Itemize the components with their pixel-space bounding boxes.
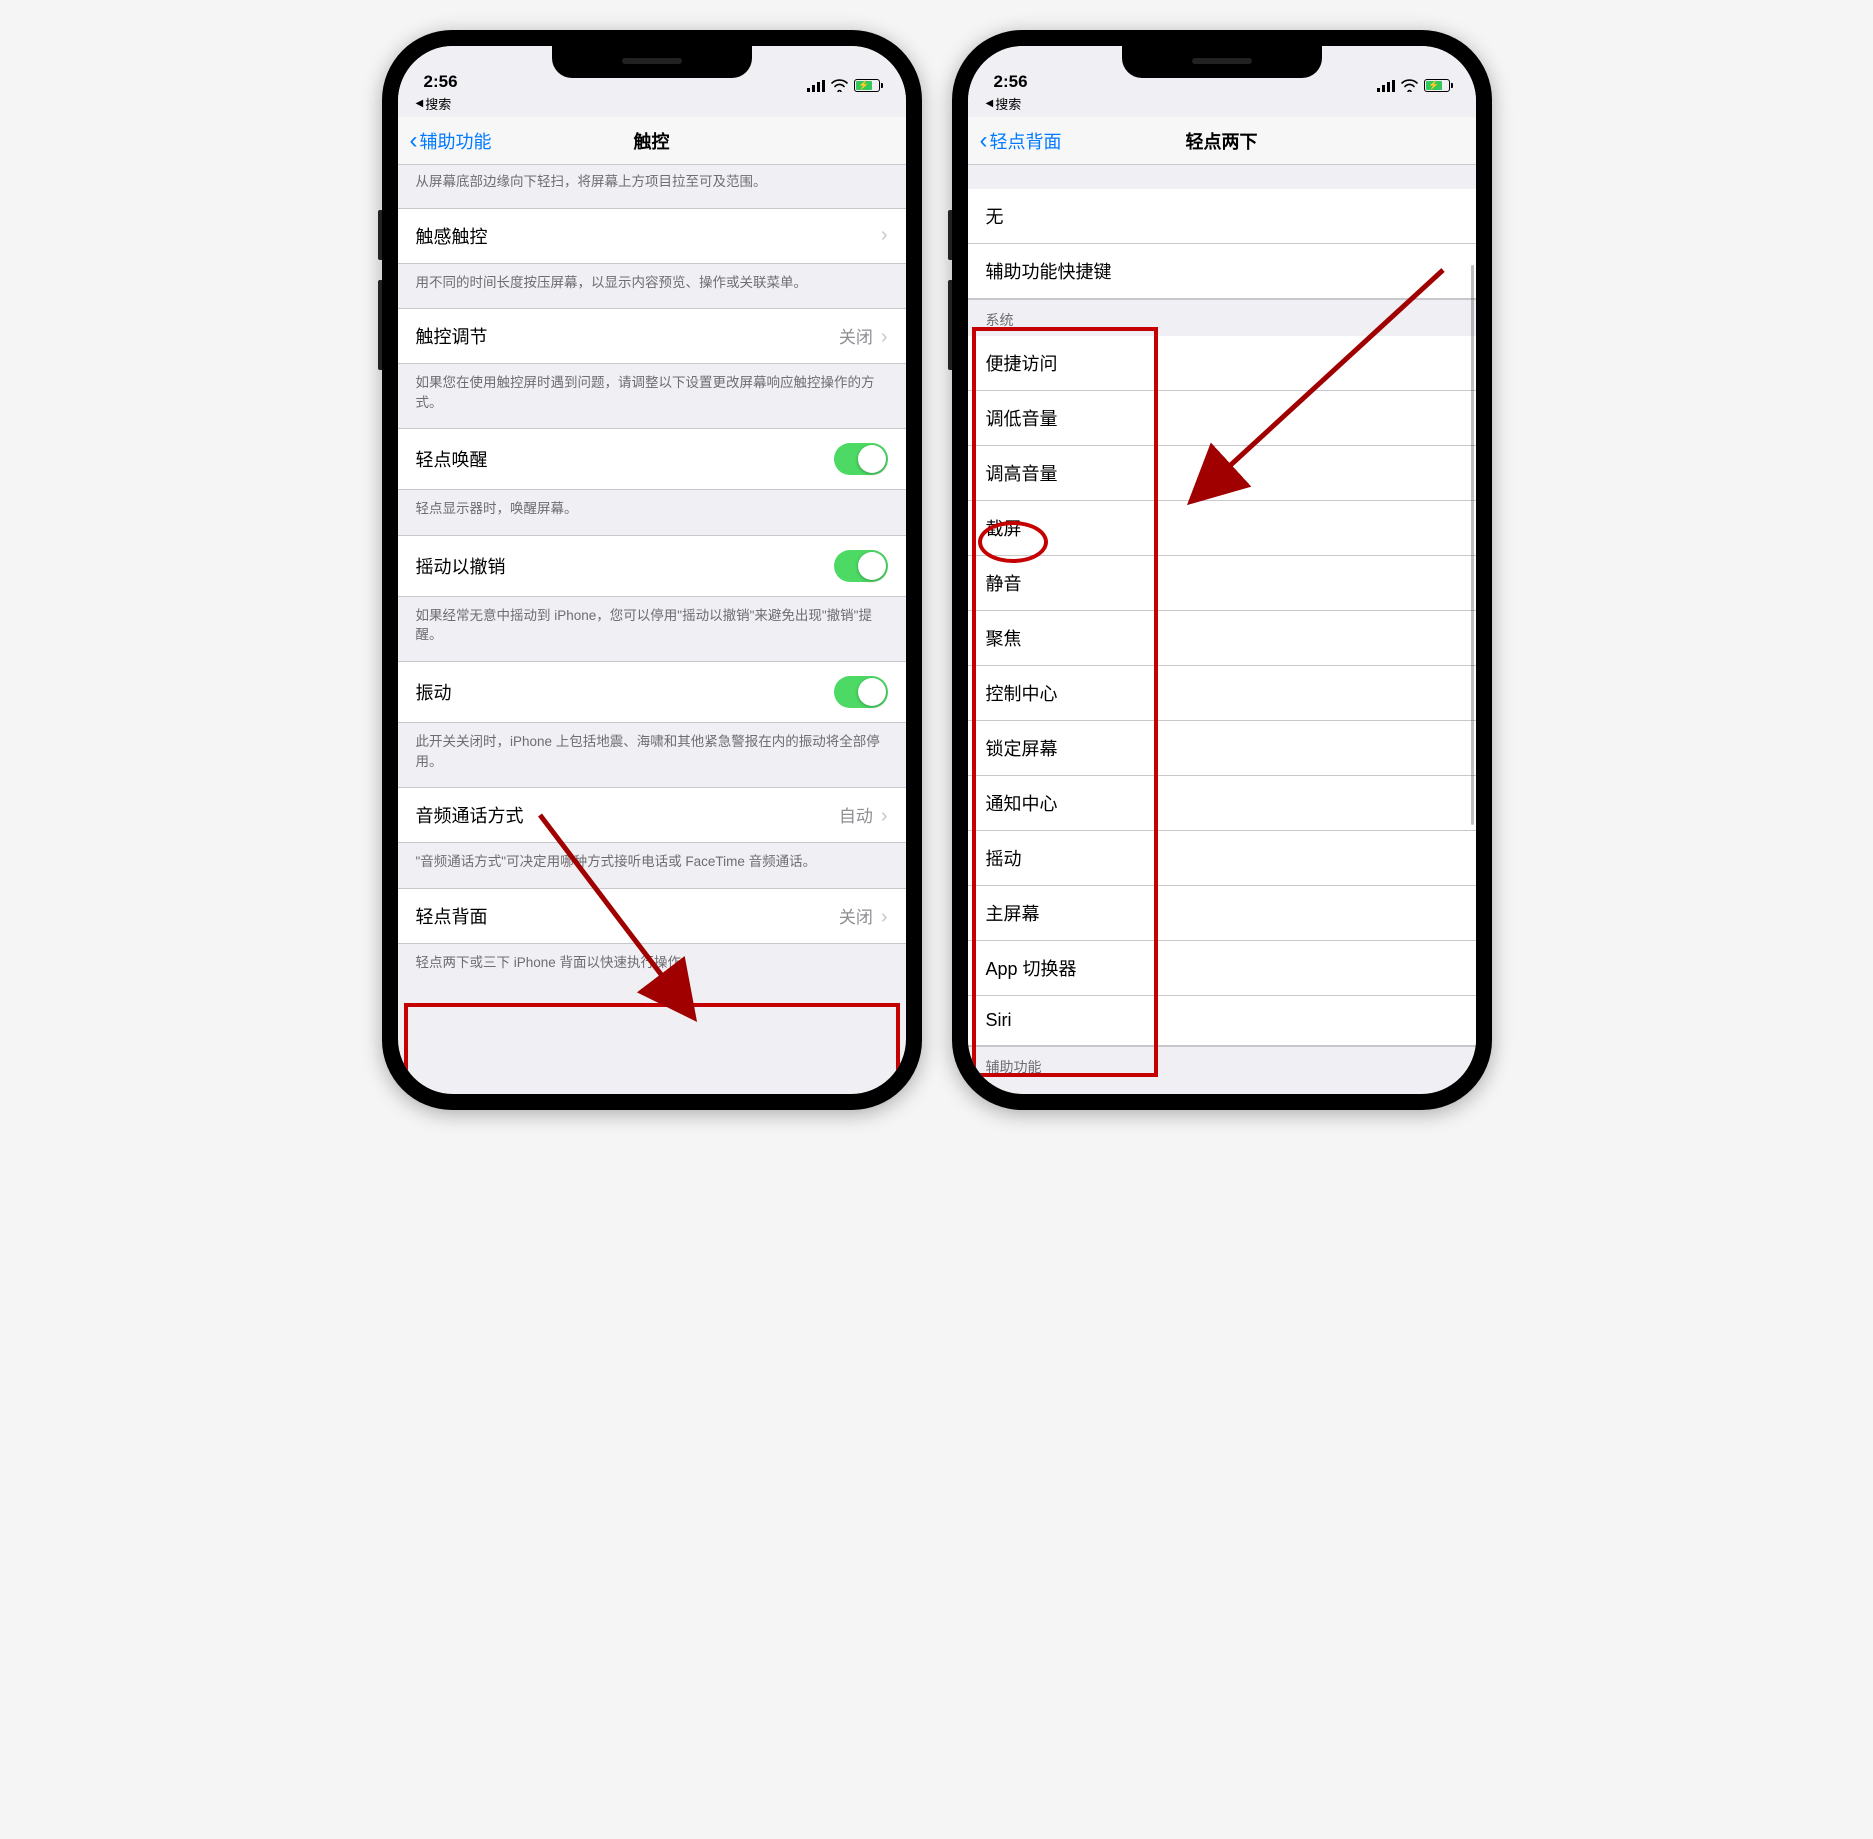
status-time: 2:56 (994, 72, 1028, 92)
cell-label: 摇动以撤销 (416, 553, 506, 579)
status-icons: ⚡ (1377, 79, 1450, 92)
cell-tap-to-wake[interactable]: 轻点唤醒 (398, 428, 906, 490)
signal-icon (807, 80, 825, 92)
option-spotlight[interactable]: 聚焦 (968, 611, 1476, 666)
section-header-accessibility: 辅助功能 (968, 1046, 1476, 1083)
battery-icon: ⚡ (854, 79, 880, 92)
option-screenshot[interactable]: 截屏 (968, 501, 1476, 556)
phone-left: 2:56 ⚡ ◀ 搜索 ‹ 辅助功能 触控 从屏幕底部边缘向下轻扫，将屏幕上方项… (382, 30, 922, 1110)
cell-vibration[interactable]: 振动 (398, 661, 906, 723)
breadcrumb-chevron-icon: ◀ (986, 98, 994, 109)
cell-value: 自动 (839, 807, 873, 826)
phone-right: 2:56 ⚡ ◀ 搜索 ‹ 轻点背面 轻点两下 无 辅助功能快捷键 系统 便捷访… (952, 30, 1492, 1110)
cell-label: 触感触控 (416, 223, 488, 249)
nav-back-button[interactable]: ‹ 辅助功能 (410, 127, 492, 155)
nav-back-button[interactable]: ‹ 轻点背面 (980, 127, 1062, 155)
breadcrumb-bar[interactable]: ◀ 搜索 (968, 94, 1476, 117)
cell-back-tap[interactable]: 轻点背面 关闭 › (398, 888, 906, 944)
signal-icon (1377, 80, 1395, 92)
chevron-left-icon: ‹ (410, 127, 418, 155)
option-app-switcher[interactable]: App 切换器 (968, 941, 1476, 996)
option-shake[interactable]: 摇动 (968, 831, 1476, 886)
cell-touch-accommodations[interactable]: 触控调节 关闭 › (398, 308, 906, 364)
battery-icon: ⚡ (1424, 79, 1450, 92)
cell-label: 触控调节 (416, 323, 488, 349)
cell-label: 轻点背面 (416, 903, 488, 929)
option-lock-screen[interactable]: 锁定屏幕 (968, 721, 1476, 776)
option-control-center[interactable]: 控制中心 (968, 666, 1476, 721)
cell-footer: 轻点显示器时，唤醒屏幕。 (398, 490, 906, 535)
settings-content: 从屏幕底部边缘向下轻扫，将屏幕上方项目拉至可及范围。 触感触控 › 用不同的时间… (398, 165, 906, 1094)
breadcrumb-bar[interactable]: ◀ 搜索 (398, 94, 906, 117)
cell-label: 振动 (416, 679, 452, 705)
option-home[interactable]: 主屏幕 (968, 886, 1476, 941)
chevron-right-icon: › (881, 326, 888, 348)
cell-footer: 如果您在使用触控屏时遇到问题，请调整以下设置更改屏幕响应触控操作的方式。 (398, 364, 906, 428)
cell-call-audio-routing[interactable]: 音频通话方式 自动 › (398, 787, 906, 843)
cell-haptic-touch[interactable]: 触感触控 › (398, 208, 906, 264)
cell-footer: 用不同的时间长度按压屏幕，以显示内容预览、操作或关联菜单。 (398, 264, 906, 309)
chevron-right-icon: › (881, 805, 888, 827)
nav-bar: ‹ 辅助功能 触控 (398, 117, 906, 165)
cell-label: 音频通话方式 (416, 802, 524, 828)
chevron-left-icon: ‹ (980, 127, 988, 155)
cell-footer: 轻点两下或三下 iPhone 背面以快速执行操作。 (398, 944, 906, 989)
cell-value: 关闭 (839, 328, 873, 347)
breadcrumb-label: 搜索 (995, 94, 1021, 113)
option-reachability[interactable]: 便捷访问 (968, 336, 1476, 391)
cell-footer: "音频通话方式"可决定用哪种方式接听电话或 FaceTime 音频通话。 (398, 843, 906, 888)
nav-title: 触控 (634, 128, 670, 154)
screen-right: 2:56 ⚡ ◀ 搜索 ‹ 轻点背面 轻点两下 无 辅助功能快捷键 系统 便捷访… (968, 46, 1476, 1094)
nav-bar: ‹ 轻点背面 轻点两下 (968, 117, 1476, 165)
breadcrumb-label: 搜索 (425, 94, 451, 113)
breadcrumb-chevron-icon: ◀ (416, 98, 424, 109)
option-none[interactable]: 无 (968, 189, 1476, 244)
nav-back-label: 轻点背面 (990, 128, 1062, 154)
status-icons: ⚡ (807, 79, 880, 92)
toggle-on[interactable] (834, 676, 888, 708)
nav-back-label: 辅助功能 (420, 128, 492, 154)
intro-footer: 从屏幕底部边缘向下轻扫，将屏幕上方项目拉至可及范围。 (398, 165, 906, 208)
highlight-box (404, 1003, 900, 1094)
notch (552, 46, 752, 78)
wifi-icon (831, 79, 848, 92)
toggle-on[interactable] (834, 443, 888, 475)
options-content: 无 辅助功能快捷键 系统 便捷访问 调低音量 调高音量 截屏 静音 聚焦 控制中… (968, 165, 1476, 1094)
option-siri[interactable]: Siri (968, 996, 1476, 1046)
cell-value: 关闭 (839, 908, 873, 927)
cell-shake-to-undo[interactable]: 摇动以撤销 (398, 535, 906, 597)
section-header-system: 系统 (968, 299, 1476, 336)
option-volume-down[interactable]: 调低音量 (968, 391, 1476, 446)
nav-title: 轻点两下 (1186, 128, 1258, 154)
option-notification-center[interactable]: 通知中心 (968, 776, 1476, 831)
cell-footer: 此开关关闭时，iPhone 上包括地震、海啸和其他紧急警报在内的振动将全部停用。 (398, 723, 906, 787)
chevron-right-icon: › (881, 906, 888, 928)
chevron-right-icon: › (881, 224, 888, 247)
option-mute[interactable]: 静音 (968, 556, 1476, 611)
cell-footer: 如果经常无意中摇动到 iPhone，您可以停用"摇动以撤销"来避免出现"撤销"提… (398, 597, 906, 661)
toggle-on[interactable] (834, 550, 888, 582)
notch (1122, 46, 1322, 78)
option-volume-up[interactable]: 调高音量 (968, 446, 1476, 501)
cell-label: 轻点唤醒 (416, 446, 488, 472)
scrollbar[interactable] (1471, 265, 1474, 825)
wifi-icon (1401, 79, 1418, 92)
screen-left: 2:56 ⚡ ◀ 搜索 ‹ 辅助功能 触控 从屏幕底部边缘向下轻扫，将屏幕上方项… (398, 46, 906, 1094)
option-accessibility-shortcut[interactable]: 辅助功能快捷键 (968, 244, 1476, 299)
status-time: 2:56 (424, 72, 458, 92)
